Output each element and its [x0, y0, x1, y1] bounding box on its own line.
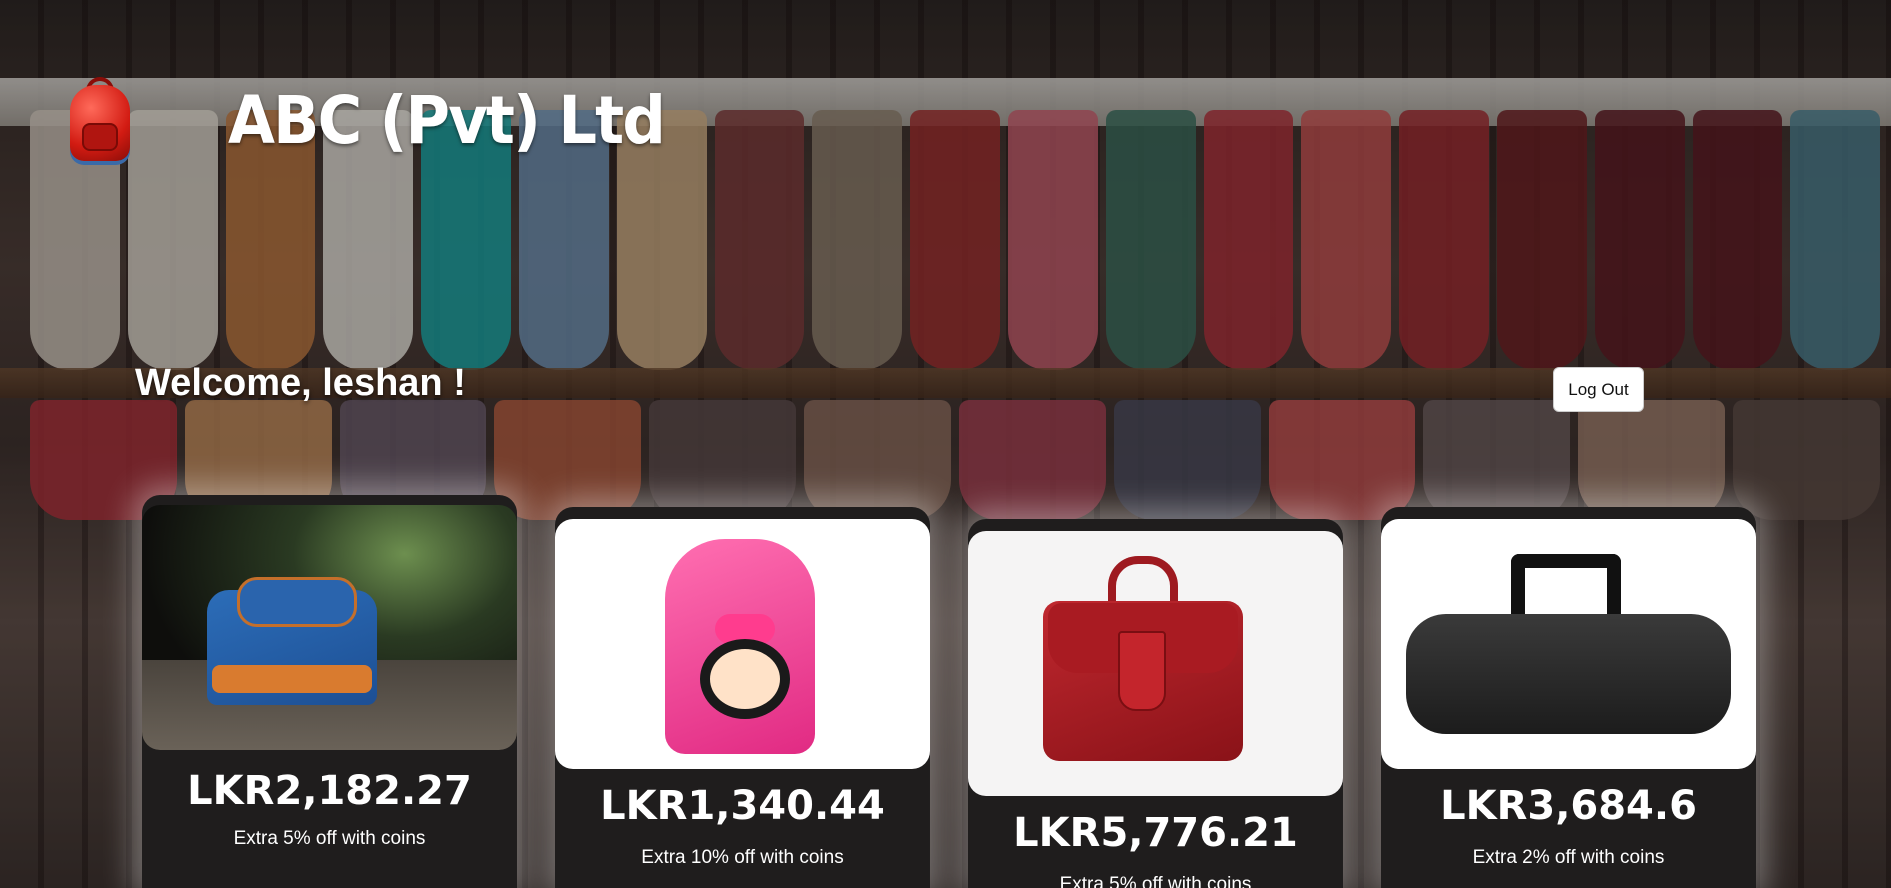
product-card[interactable]: LKR2,182.27 Extra 5% off with coins: [142, 495, 517, 888]
red-backpack-icon[interactable]: [60, 75, 144, 165]
product-price: LKR3,684.6: [1440, 783, 1697, 829]
product-grid: LKR2,182.27 Extra 5% off with coins LKR1…: [142, 0, 1782, 888]
product-price: LKR1,340.44: [600, 783, 885, 829]
product-card[interactable]: LKR1,340.44 Extra 10% off with coins: [555, 507, 930, 888]
product-image-black-duffel[interactable]: [1381, 519, 1756, 769]
product-price: LKR5,776.21: [1013, 810, 1298, 856]
product-offer: Extra 2% off with coins: [1472, 847, 1665, 868]
product-image-pink-backpack[interactable]: [555, 519, 930, 769]
product-image-red-handbag[interactable]: [968, 531, 1343, 796]
product-offer: Extra 5% off with coins: [233, 828, 426, 849]
product-offer: Extra 10% off with coins: [641, 847, 844, 868]
product-card[interactable]: LKR5,776.21 Extra 5% off with coins: [968, 519, 1343, 888]
product-price: LKR2,182.27: [187, 768, 472, 814]
product-image-blue-backpack[interactable]: [142, 505, 517, 750]
product-card[interactable]: LKR3,684.6 Extra 2% off with coins: [1381, 507, 1756, 888]
product-offer: Extra 5% off with coins: [1059, 874, 1252, 888]
